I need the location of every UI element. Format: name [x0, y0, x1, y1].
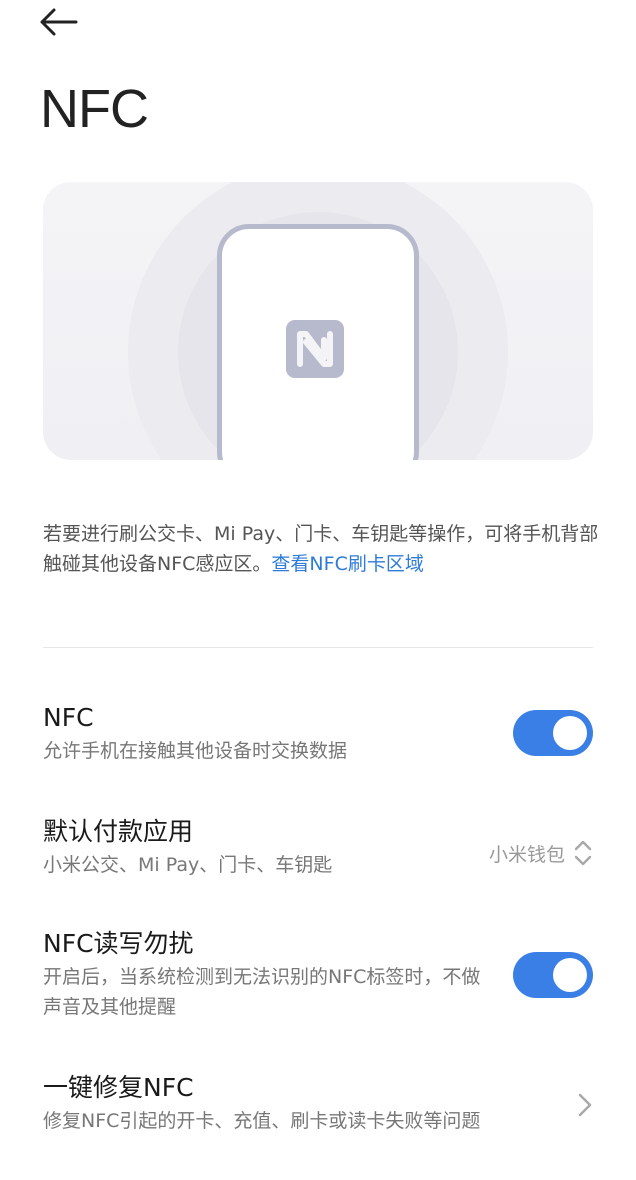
page-title: NFC [40, 79, 149, 139]
repair-nfc-subtitle: 修复NFC引起的开卡、充值、刷卡或读卡失败等问题 [43, 1110, 481, 1132]
default-payment-row[interactable]: 默认付款应用 小米公交、Mi Pay、门卡、车钥匙 小米钱包 [43, 816, 593, 886]
repair-nfc-title: 一键修复NFC [43, 1073, 194, 1102]
divider [43, 647, 593, 648]
nfc-dnd-subtitle: 开启后，当系统检测到无法识别的NFC标签时，不做声音及其他提醒 [43, 966, 481, 1018]
nfc-description: 若要进行刷公交卡、Mi Pay、门卡、车钥匙等操作，可将手机背部触碰其他设备NF… [43, 519, 603, 579]
nfc-toggle[interactable] [513, 710, 593, 756]
arrow-left-icon [40, 8, 78, 36]
nfc-dnd-toggle[interactable] [513, 952, 593, 998]
nfc-row-title: NFC [43, 703, 94, 732]
view-nfc-area-link[interactable]: 查看NFC刷卡区域 [271, 553, 423, 575]
chevron-up-down-icon [574, 840, 592, 866]
selected-payment-app: 小米钱包 [488, 843, 565, 866]
chevron-right-icon [578, 1093, 592, 1117]
toggle-knob [553, 716, 587, 750]
repair-nfc-row[interactable]: 一键修复NFC 修复NFC引起的开卡、充值、刷卡或读卡失败等问题 [43, 1072, 593, 1142]
nfc-toggle-row[interactable]: NFC 允许手机在接触其他设备时交换数据 [43, 702, 593, 772]
nfc-illustration [43, 182, 593, 460]
default-payment-select[interactable]: 小米钱包 [489, 838, 593, 868]
back-button[interactable] [36, 2, 88, 42]
nfc-row-subtitle: 允许手机在接触其他设备时交换数据 [43, 740, 348, 762]
nfc-dnd-title: NFC读写勿扰 [43, 929, 194, 958]
toggle-knob [553, 958, 587, 992]
nfc-icon [286, 320, 344, 378]
nfc-dnd-row[interactable]: NFC读写勿扰 开启后，当系统检测到无法识别的NFC标签时，不做声音及其他提醒 [43, 928, 593, 1028]
nfc-settings-page: NFC 若要进行刷公交卡、Mi Pay、门卡、车钥匙等操作，可将手机背部触碰其他… [0, 0, 636, 1180]
